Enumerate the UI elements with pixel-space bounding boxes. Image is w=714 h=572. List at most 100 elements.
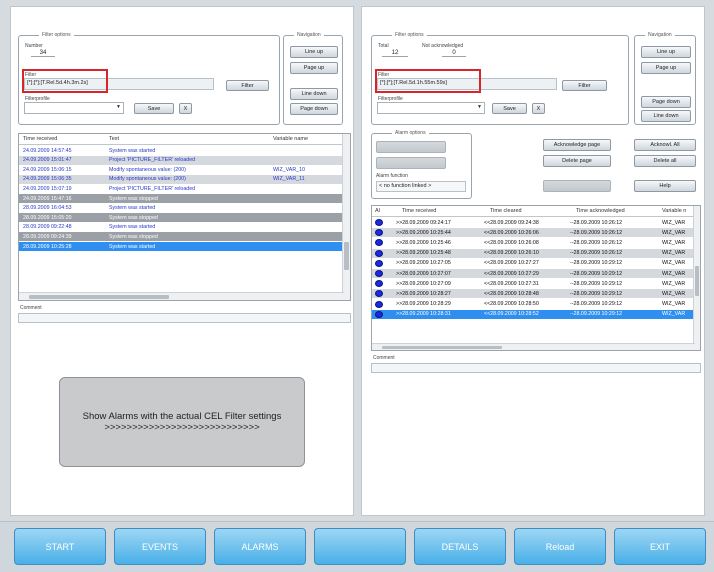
alarm-options-legend: Alarm options [392,130,429,136]
alarm-row[interactable]: >>28.09.2009 10:28:31 <<28.09.2009 10:28:… [372,309,695,319]
table-row[interactable]: 24.09.2009 14:57:45 System was started [19,146,344,155]
table-row[interactable]: 28.09.2009 10:25:28 System was started [19,242,344,251]
header-time-acknowledged[interactable]: Time acknowledged [576,208,625,214]
number-value: 34 [31,50,55,57]
header-variable-name[interactable]: Variable name [273,136,308,142]
alarm-page-up-button[interactable]: Page up [641,62,691,74]
alarm-status-icon [375,239,383,247]
filterprofile-dropdown[interactable]: ▼ [24,102,124,114]
alarm-function-field[interactable]: < no function linked > [376,181,466,192]
row-cell-text: Project 'PICTURE_FILTER' reloaded [109,185,196,192]
table-row[interactable]: 24.09.2009 15:06:35 Modify spontaneous va… [19,174,344,184]
alarm-cell-received: >>28.09.2009 10:27:09 [396,280,451,287]
comment-field[interactable] [18,313,351,323]
show-alarms-button[interactable]: Show Alarms with the actual CEL Filter s… [59,377,305,467]
row-cell-time: 24.09.2009 15:06:15 [23,166,72,173]
alarm-row[interactable]: >>28.09.2009 10:28:27 <<28.09.2009 10:28:… [372,289,695,299]
delete-all-button[interactable]: Delete all [634,155,696,167]
not-acknowledged-value: 0 [442,50,466,57]
alarm-row[interactable]: >>28.09.2009 10:25:44 <<28.09.2009 10:26:… [372,228,695,238]
filter-button[interactable]: Filter [226,80,269,91]
line-up-button[interactable]: Line up [290,46,338,58]
event-table-hscroll[interactable] [19,292,344,300]
header-time-received[interactable]: Time received [402,208,436,214]
alarm-row[interactable]: >>28.09.2009 09:24:17 <<28.09.2009 09:24:… [372,218,695,227]
table-row[interactable]: 24.09.2009 15:07:19 Project 'PICTURE_FILT… [19,184,344,194]
event-table[interactable]: Time received Text Variable name 24.09.2… [18,133,351,301]
alarm-status-icon [375,229,383,237]
hscroll-thumb[interactable] [382,346,502,349]
alarm-delete-profile-button[interactable]: X [532,103,545,114]
event-table-vscroll[interactable] [342,134,350,300]
alarm-filter-button[interactable]: Filter [562,80,607,91]
alarm-table[interactable]: Al Time received Time cleared Time ackno… [371,205,701,351]
alarm-cell-received: >>28.09.2009 10:25:48 [396,250,451,257]
alarm-row[interactable]: >>28.09.2009 10:27:09 <<28.09.2009 10:27:… [372,279,695,289]
line-down-button[interactable]: Line down [290,88,338,100]
row-cell-text: System was started [109,205,156,212]
header-time-cleared[interactable]: Time cleared [490,208,522,214]
alarm-row[interactable]: >>28.09.2009 10:27:05 <<28.09.2009 10:27:… [372,258,695,268]
alarm-cell-var: WIZ_VAR [662,270,686,277]
alarm-cell-received: >>28.09.2009 10:28:29 [396,301,451,308]
table-row[interactable]: 24.09.2009 15:47:16 System was stopped [19,194,344,203]
header-alarm[interactable]: Al [375,208,380,214]
vscroll-thumb[interactable] [344,242,349,270]
empty-button[interactable] [314,528,406,565]
alarm-cell-received: >>28.09.2009 10:25:46 [396,239,451,246]
alarm-option-button-1[interactable] [376,141,446,153]
alarm-row[interactable]: >>28.09.2009 10:27:07 <<28.09.2009 10:27:… [372,269,695,278]
alarm-navigation-legend: Navigation [645,32,675,38]
row-cell-time: 24.09.2009 15:01:47 [23,157,72,164]
table-row[interactable]: 28.09.2009 16:04:53 System was started [19,203,344,213]
events-button[interactable]: EVENTS [114,528,206,565]
table-row[interactable]: 24.09.2009 15:06:15 Modify spontaneous va… [19,165,344,175]
delete-profile-button[interactable]: X [179,103,192,114]
header-text[interactable]: Text [109,136,119,142]
alarm-cell-cleared: <<28.09.2009 09:24:38 [484,219,539,226]
acknowledge-page-button[interactable]: Acknowledge page [543,139,611,151]
header-variable-name[interactable]: Variable n [662,208,686,214]
table-row[interactable]: 28.09.2009 09:22:48 System was started [19,222,344,232]
acknowledge-all-button[interactable]: Acknowl. All [634,139,696,151]
table-row[interactable]: 28.09.2009 15:05:20 System was stopped [19,213,344,223]
save-button[interactable]: Save [134,103,174,114]
page-down-button[interactable]: Page down [290,103,338,115]
details-button[interactable]: DETAILS [414,528,506,565]
alarm-line-down-button[interactable]: Line down [641,110,691,122]
delete-page-button[interactable]: Delete page [543,155,611,167]
exit-button[interactable]: EXIT [614,528,706,565]
alarm-table-vscroll[interactable] [693,206,700,350]
alarm-row[interactable]: >>28.09.2009 10:28:29 <<28.09.2009 10:28:… [372,299,695,309]
alarm-page-down-button[interactable]: Page down [641,96,691,108]
vscroll-thumb[interactable] [695,266,699,296]
help-button[interactable]: Help [634,180,696,192]
row-cell-time: 24.09.2009 15:47:16 [23,195,72,202]
alarm-cell-var: WIZ_VAR [662,260,686,267]
start-button[interactable]: START [14,528,106,565]
alarm-cell-ack: --28.09.2009 10:29:12 [570,260,623,267]
alarm-table-hscroll[interactable] [372,343,695,350]
alarm-save-button[interactable]: Save [492,103,527,114]
alarm-status-icon [375,259,383,267]
table-row[interactable]: 28.09.2009 09:24:39 System was stopped [19,232,344,242]
alarm-row[interactable]: >>28.09.2009 10:25:46 <<28.09.2009 10:26:… [372,238,695,248]
alarm-cell-cleared: <<28.09.2009 10:26:06 [484,229,539,236]
alarm-filterprofile-dropdown[interactable]: ▼ [377,102,485,114]
table-row[interactable]: 24.09.2009 15:01:47 Project 'PICTURE_FILT… [19,155,344,165]
alarms-button[interactable]: ALARMS [214,528,306,565]
alarm-option-button-2[interactable] [376,157,446,169]
alarm-comment-field[interactable] [371,363,701,373]
alarm-cell-cleared: <<28.09.2009 10:28:52 [484,311,539,318]
hscroll-thumb[interactable] [29,295,169,299]
alarm-status-icon [375,310,383,318]
alarm-function-button[interactable] [543,180,611,192]
reload-button[interactable]: Reload [514,528,606,565]
alarm-line-up-button[interactable]: Line up [641,46,691,58]
row-cell-var: WIZ_VAR_10 [273,166,305,173]
header-time-received[interactable]: Time received [23,136,57,142]
alarm-row[interactable]: >>28.09.2009 10:25:48 <<28.09.2009 10:26:… [372,248,695,258]
alarm-status-icon [375,270,383,277]
page-up-button[interactable]: Page up [290,62,338,74]
alarm-cell-cleared: <<28.09.2009 10:26:08 [484,239,539,246]
